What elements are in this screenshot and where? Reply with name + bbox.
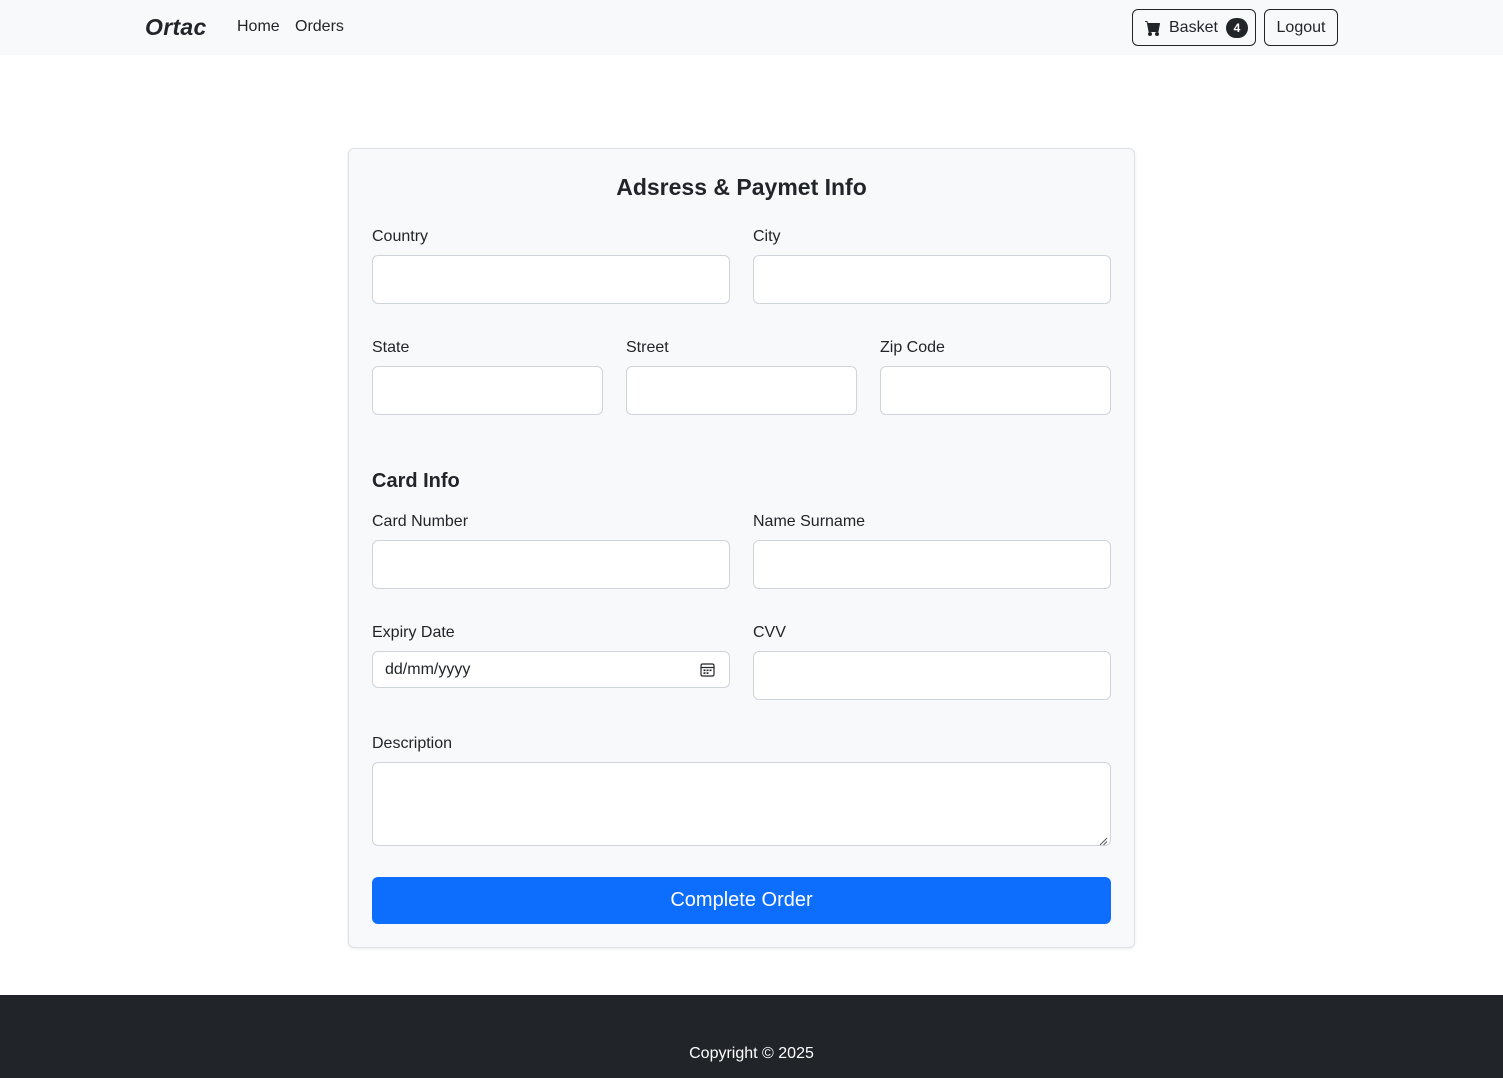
description-textarea[interactable] — [372, 762, 1111, 846]
brand-logo[interactable]: Ortac — [145, 14, 207, 41]
cvv-input[interactable] — [753, 651, 1111, 700]
footer: Copyright © 2025 — [0, 995, 1503, 1078]
name-surname-label: Name Surname — [753, 513, 866, 530]
expiry-date-input[interactable]: dd/mm/yyyy — [372, 651, 730, 688]
navbar: Ortac Home Orders Basket 4 Logout — [0, 0, 1503, 55]
zip-code-label: Zip Code — [880, 339, 945, 356]
basket-button[interactable]: Basket 4 — [1132, 9, 1256, 46]
nav-link-home[interactable]: Home — [237, 18, 280, 36]
card-number-label: Card Number — [372, 513, 469, 530]
name-surname-input[interactable] — [753, 540, 1111, 589]
city-input[interactable] — [753, 255, 1111, 304]
country-input[interactable] — [372, 255, 730, 304]
zip-code-input[interactable] — [880, 366, 1111, 415]
nav-link-orders[interactable]: Orders — [295, 18, 344, 36]
cart-icon — [1145, 20, 1161, 36]
calendar-icon[interactable] — [700, 662, 715, 677]
state-input[interactable] — [372, 366, 603, 415]
address-payment-card: Adsress & Paymet Info Country City State… — [348, 148, 1135, 948]
expiry-date-label: Expiry Date — [372, 624, 455, 641]
card-number-input[interactable] — [372, 540, 730, 589]
card-info-heading: Card Info — [372, 470, 460, 492]
logout-button[interactable]: Logout — [1264, 9, 1338, 46]
resize-handle-icon[interactable] — [1098, 833, 1108, 846]
cvv-label: CVV — [753, 624, 786, 641]
city-label: City — [753, 228, 781, 245]
basket-count-badge: 4 — [1225, 17, 1248, 38]
street-input[interactable] — [626, 366, 857, 415]
state-label: State — [372, 339, 410, 356]
copyright-text: Copyright © 2025 — [689, 1045, 814, 1062]
street-label: Street — [626, 339, 669, 356]
description-label: Description — [372, 735, 453, 752]
complete-order-button[interactable]: Complete Order — [372, 877, 1111, 924]
basket-label: Basket — [1169, 18, 1218, 36]
form-title: Adsress & Paymet Info — [616, 174, 867, 200]
expiry-date-placeholder: dd/mm/yyyy — [385, 660, 471, 678]
country-label: Country — [372, 228, 429, 245]
